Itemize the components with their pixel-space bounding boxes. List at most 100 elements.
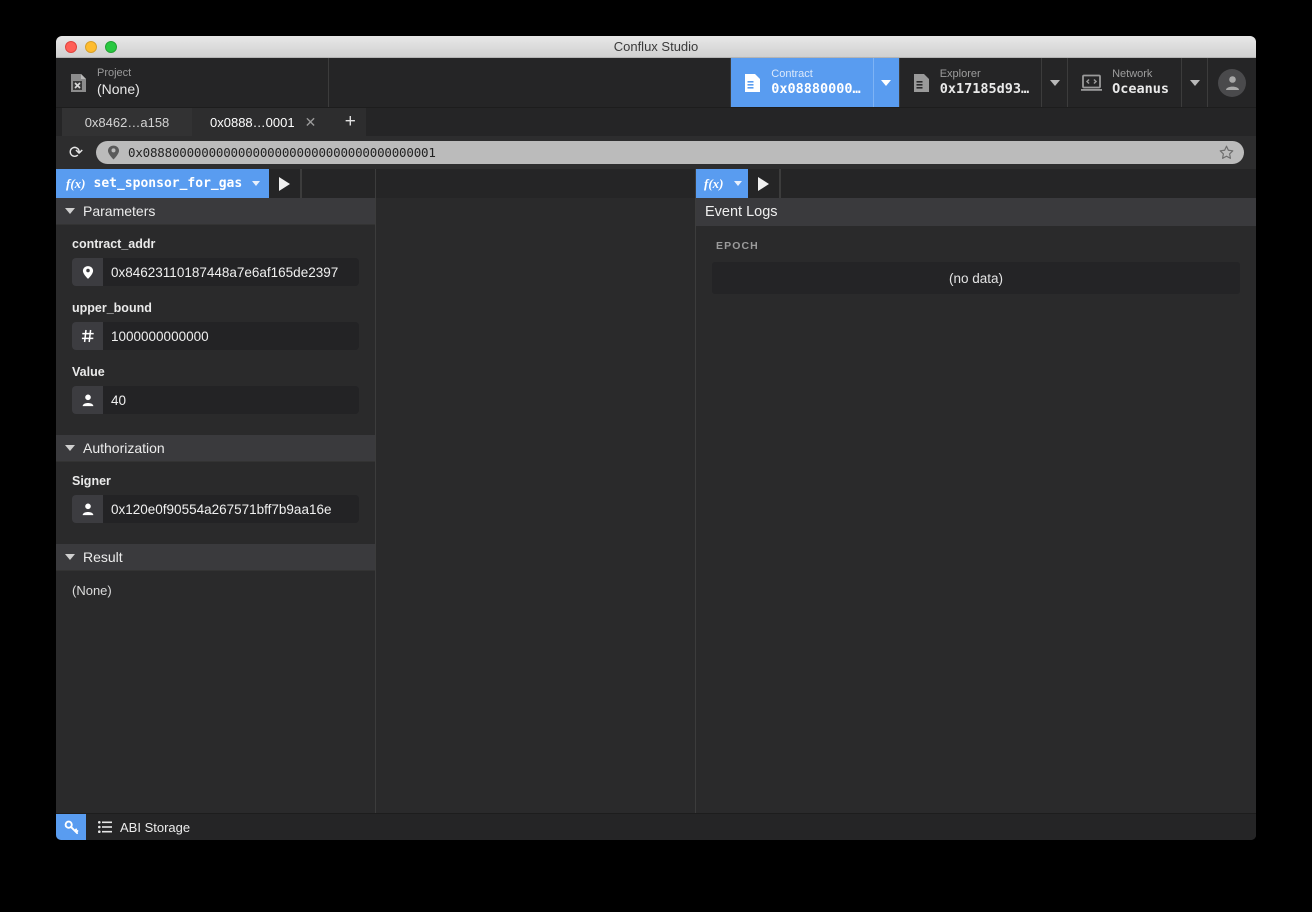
chevron-down-icon bbox=[1049, 79, 1060, 86]
network-button[interactable]: Network Oceanus bbox=[1068, 58, 1181, 107]
chevron-down-icon bbox=[733, 181, 742, 186]
project-button[interactable]: Project (None) bbox=[56, 58, 329, 107]
chevron-down-icon bbox=[65, 554, 75, 560]
field-label: Signer bbox=[72, 474, 111, 488]
star-icon[interactable] bbox=[1219, 145, 1234, 160]
result-title: Result bbox=[83, 549, 123, 565]
left-pane: f(x) set_sponsor_for_gas Parameters cont… bbox=[56, 169, 376, 813]
right-pane: f(x) Event Logs EPOCH (no data) bbox=[696, 169, 1256, 813]
middle-pane bbox=[376, 169, 696, 813]
play-icon bbox=[279, 176, 291, 191]
tab-label: 0x0888…0001 bbox=[210, 114, 295, 130]
project-label: Project bbox=[97, 66, 132, 79]
fx-icon: f(x) bbox=[704, 175, 724, 191]
right-function-bar: f(x) bbox=[696, 169, 1256, 198]
explorer-value: 0x17185d93… bbox=[939, 80, 1030, 97]
field-signer: Signer 0x120e0f90554a267571bff7b9aa16e bbox=[72, 474, 359, 523]
network-icon bbox=[1081, 74, 1103, 92]
title-bar: Conflux Studio bbox=[56, 36, 1256, 58]
network-value: Oceanus bbox=[1112, 80, 1169, 97]
tab-item-active[interactable]: 0x0888…0001 ✕ bbox=[192, 108, 335, 136]
abi-storage-button[interactable]: ABI Storage bbox=[86, 814, 202, 840]
contract-dropdown-button[interactable] bbox=[872, 58, 899, 107]
result-value: (None) bbox=[72, 583, 112, 598]
input-row[interactable]: 1000000000000 bbox=[72, 322, 359, 350]
event-logs-title: Event Logs bbox=[696, 198, 1256, 226]
value-input[interactable]: 40 bbox=[103, 386, 359, 414]
contract-addr-input[interactable]: 0x84623110187448a7e6af165de2397 bbox=[103, 258, 359, 286]
middle-pane-content bbox=[376, 198, 695, 813]
parameters-title: Parameters bbox=[83, 203, 156, 219]
chevron-down-icon bbox=[881, 79, 892, 86]
map-pin-icon bbox=[72, 258, 103, 286]
tab-item[interactable]: 0x8462…a158 bbox=[62, 108, 192, 136]
chevron-down-icon bbox=[252, 181, 261, 186]
authorization-title: Authorization bbox=[83, 440, 165, 456]
reload-icon[interactable]: ⟳ bbox=[66, 143, 86, 163]
status-bar: ABI Storage bbox=[56, 813, 1256, 840]
abi-storage-label: ABI Storage bbox=[120, 819, 191, 835]
user-icon bbox=[72, 386, 103, 414]
chevron-down-icon bbox=[1189, 79, 1200, 86]
column-header-epoch: EPOCH bbox=[716, 240, 759, 252]
field-label: contract_addr bbox=[72, 237, 156, 251]
network-dropdown-button[interactable] bbox=[1181, 58, 1207, 107]
input-row[interactable]: 0x120e0f90554a267571bff7b9aa16e bbox=[72, 495, 359, 523]
explorer-selector[interactable]: Explorer 0x17185d93… bbox=[900, 58, 1069, 107]
authorization-section-body: Signer 0x120e0f90554a267571bff7b9aa16e bbox=[56, 462, 375, 544]
contract-button[interactable]: Contract 0x08880000… bbox=[731, 58, 873, 107]
right-bar-filler bbox=[779, 169, 1257, 198]
input-row[interactable]: 0x84623110187448a7e6af165de2397 bbox=[72, 258, 359, 286]
explorer-button[interactable]: Explorer 0x17185d93… bbox=[900, 58, 1041, 107]
network-selector[interactable]: Network Oceanus bbox=[1068, 58, 1208, 107]
field-label: Value bbox=[72, 365, 105, 379]
file-x-icon bbox=[70, 73, 87, 93]
network-label: Network bbox=[1112, 67, 1153, 80]
new-tab-button[interactable]: + bbox=[334, 108, 367, 136]
list-icon bbox=[98, 821, 112, 833]
hash-icon bbox=[72, 322, 103, 350]
top-toolbar: Project (None) Contract 0x08880000… Expl… bbox=[56, 58, 1256, 108]
address-url-text: 0x08880000000000000000000000000000000000… bbox=[128, 145, 436, 160]
window-title: Conflux Studio bbox=[613, 39, 699, 54]
run-query-button[interactable] bbox=[748, 169, 780, 198]
chevron-down-icon bbox=[65, 208, 75, 214]
key-button[interactable] bbox=[56, 814, 86, 840]
function-selector[interactable]: f(x) set_sponsor_for_gas bbox=[56, 169, 270, 198]
field-upper-bound: upper_bound 1000000000000 bbox=[72, 301, 359, 350]
app-window: Conflux Studio Project (None) Contract 0… bbox=[56, 36, 1256, 840]
explorer-dropdown-button[interactable] bbox=[1041, 58, 1067, 107]
tab-label: 0x8462…a158 bbox=[84, 114, 170, 130]
address-input[interactable]: 0x08880000000000000000000000000000000000… bbox=[96, 141, 1244, 164]
play-icon bbox=[757, 176, 769, 191]
contract-icon bbox=[744, 73, 761, 93]
run-function-button[interactable] bbox=[269, 169, 302, 198]
upper-bound-input[interactable]: 1000000000000 bbox=[103, 322, 359, 350]
user-avatar-icon bbox=[1218, 68, 1246, 97]
fx-icon: f(x) bbox=[66, 175, 86, 191]
parameters-section-header[interactable]: Parameters bbox=[56, 198, 375, 225]
contract-selector[interactable]: Contract 0x08880000… bbox=[731, 58, 900, 107]
key-icon bbox=[64, 820, 79, 835]
function-name-label: set_sponsor_for_gas bbox=[93, 176, 243, 191]
field-value: Value 40 bbox=[72, 365, 359, 414]
tab-close-icon[interactable]: ✕ bbox=[305, 115, 317, 129]
user-icon bbox=[72, 495, 103, 523]
field-contract-addr: contract_addr 0x84623110187448a7e6af165d… bbox=[72, 237, 359, 286]
toolbar-spacer bbox=[329, 58, 732, 107]
input-row[interactable]: 40 bbox=[72, 386, 359, 414]
parameters-section-body: contract_addr 0x84623110187448a7e6af165d… bbox=[56, 225, 375, 435]
account-button[interactable] bbox=[1208, 58, 1256, 107]
authorization-section-header[interactable]: Authorization bbox=[56, 435, 375, 462]
event-function-selector[interactable]: f(x) bbox=[696, 169, 748, 198]
project-value: (None) bbox=[97, 80, 140, 97]
result-section-header[interactable]: Result bbox=[56, 544, 375, 571]
function-bar-filler bbox=[301, 169, 375, 198]
field-label: upper_bound bbox=[72, 301, 152, 315]
signer-input[interactable]: 0x120e0f90554a267571bff7b9aa16e bbox=[103, 495, 359, 523]
middle-bar-filler bbox=[376, 169, 695, 198]
address-bar: ⟳ 0x088800000000000000000000000000000000… bbox=[56, 136, 1256, 169]
explorer-label: Explorer bbox=[939, 67, 981, 80]
chevron-down-icon bbox=[65, 445, 75, 451]
contract-value: 0x08880000… bbox=[771, 80, 861, 97]
